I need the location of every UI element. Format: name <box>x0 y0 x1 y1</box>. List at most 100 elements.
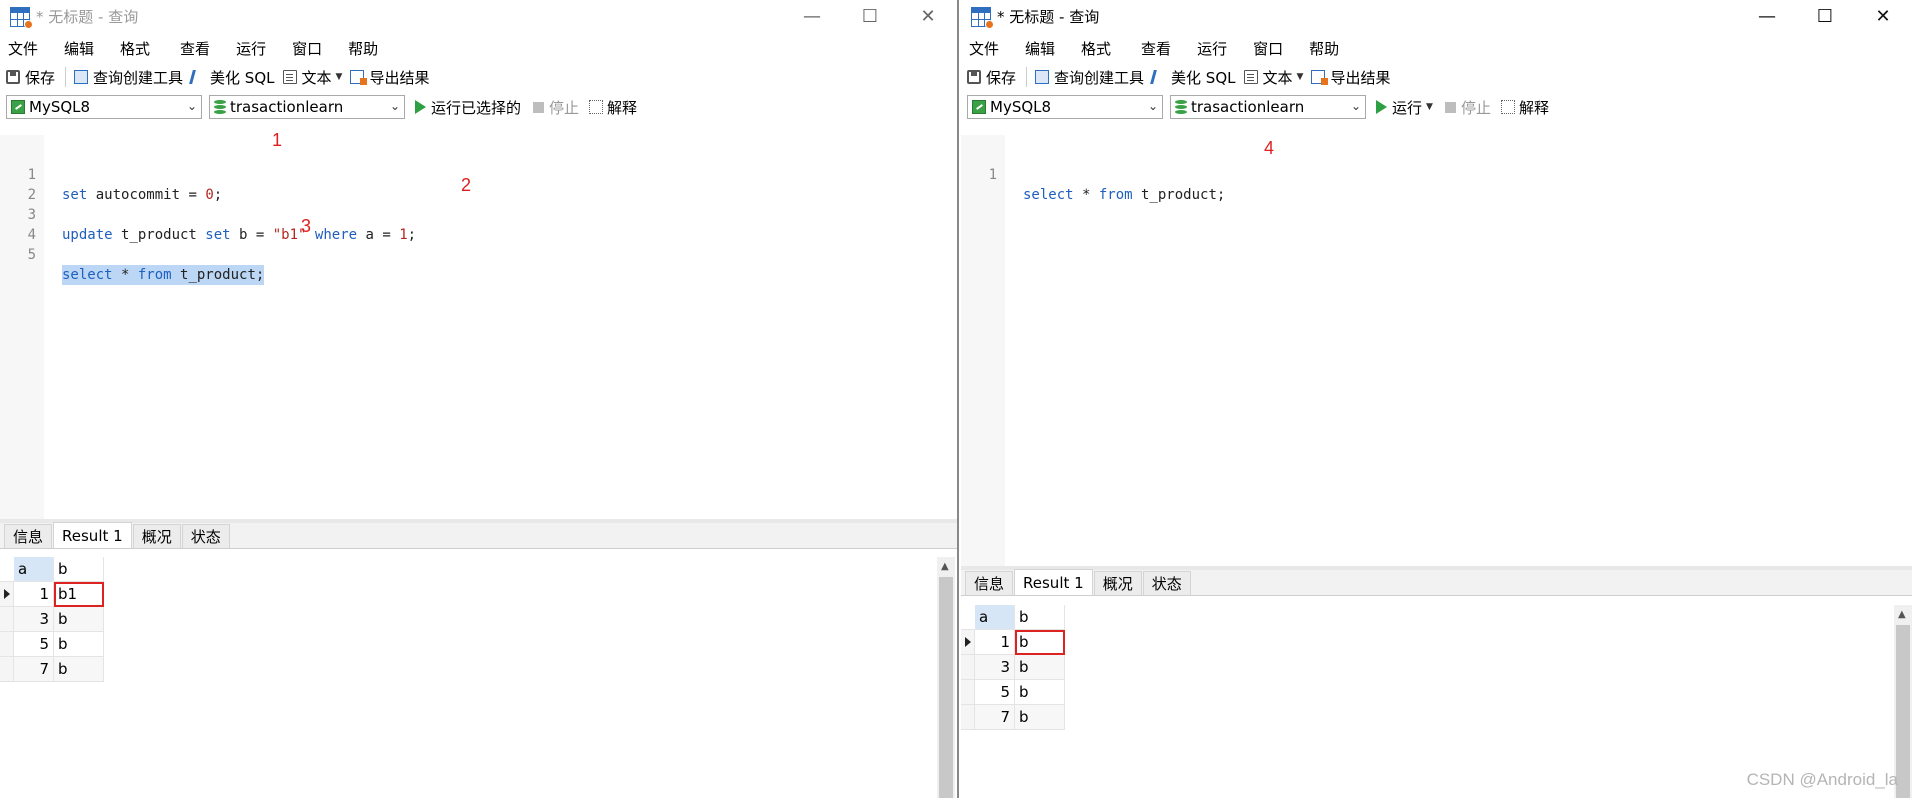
code-line-1: 1 select * from t_product; <box>961 145 1912 203</box>
export-results-button[interactable]: 导出结果 <box>1311 67 1390 88</box>
save-button[interactable]: 保存 <box>967 67 1016 88</box>
code-text: select * from t_product; <box>1023 187 1226 203</box>
menu-format[interactable]: 格式 <box>120 38 150 59</box>
cell-a[interactable]: 7 <box>14 657 54 682</box>
sql-editor[interactable]: 1 select * from t_product; 4 <box>961 135 1912 566</box>
cell-a[interactable]: 3 <box>975 655 1015 680</box>
beautify-sql-button[interactable]: 美化 SQL <box>189 67 275 88</box>
database-select[interactable]: trasactionlearn ⌄ <box>209 95 405 119</box>
tab-result-1[interactable]: Result 1 <box>1014 569 1093 595</box>
result-scrollbar[interactable]: ▲ <box>937 557 955 798</box>
tab-profile[interactable]: 概况 <box>1093 571 1142 595</box>
cell-b[interactable]: b <box>54 632 104 657</box>
stop-button[interactable]: 停止 <box>1444 97 1491 118</box>
column-header-b[interactable]: b <box>1015 605 1065 630</box>
menu-run[interactable]: 运行 <box>236 38 266 59</box>
menu-help[interactable]: 帮助 <box>1309 38 1339 59</box>
cell-a[interactable]: 1 <box>975 630 1015 655</box>
table-row[interactable]: 5 b <box>961 680 1065 705</box>
tab-status[interactable]: 状态 <box>1142 571 1191 595</box>
table-row[interactable]: 1 b1 <box>0 582 104 607</box>
close-button[interactable]: ✕ <box>1854 0 1912 33</box>
query-builder-button[interactable]: 查询创建工具 <box>74 67 183 88</box>
menu-edit[interactable]: 编辑 <box>64 38 94 59</box>
query-builder-button[interactable]: 查询创建工具 <box>1035 67 1144 88</box>
table-row[interactable]: 7 b <box>961 705 1065 730</box>
window-title: * 无标题 - 查询 <box>997 8 1100 26</box>
menu-window[interactable]: 窗口 <box>292 38 322 59</box>
result-grid: a b 1 b 3 b 5 b 7 b <box>961 605 1065 730</box>
cell-b-highlighted[interactable]: b <box>1015 630 1065 655</box>
cell-b[interactable]: b <box>54 657 104 682</box>
row-marker <box>0 582 14 607</box>
step-annotation-1: 1 <box>272 130 283 150</box>
menu-format[interactable]: 格式 <box>1081 38 1111 59</box>
explain-button[interactable]: 解释 <box>589 97 637 118</box>
cell-a[interactable]: 1 <box>14 582 54 607</box>
close-button[interactable]: ✕ <box>899 0 957 33</box>
maximize-button[interactable]: ☐ <box>1796 0 1854 33</box>
minimize-button[interactable]: — <box>1738 0 1796 33</box>
cell-a[interactable]: 5 <box>14 632 54 657</box>
beautify-sql-button[interactable]: 美化 SQL <box>1150 67 1236 88</box>
menu-help[interactable]: 帮助 <box>348 38 378 59</box>
table-row[interactable]: 7 b <box>0 657 104 682</box>
minimize-button[interactable]: — <box>783 0 841 33</box>
code-line-4: 4 <box>0 205 957 243</box>
export-results-button[interactable]: 导出结果 <box>350 67 429 88</box>
menu-view[interactable]: 查看 <box>1141 38 1171 59</box>
toolbar: 保存 查询创建工具 美化 SQL 文本 ▼ 导出结果 <box>0 63 957 91</box>
cell-a[interactable]: 5 <box>975 680 1015 705</box>
column-header-a[interactable]: a <box>975 605 1015 630</box>
column-header-b[interactable]: b <box>54 557 104 582</box>
cell-b[interactable]: b <box>1015 655 1065 680</box>
database-select[interactable]: trasactionlearn ⌄ <box>1170 95 1366 119</box>
cell-b[interactable]: b <box>54 607 104 632</box>
menu-window[interactable]: 窗口 <box>1253 38 1283 59</box>
tab-info[interactable]: 信息 <box>4 524 53 548</box>
explain-button[interactable]: 解释 <box>1500 97 1549 118</box>
cell-b[interactable]: b <box>1015 680 1065 705</box>
export-icon <box>350 70 368 85</box>
table-row[interactable]: 5 b <box>0 632 104 657</box>
sql-editor[interactable]: 1 set autocommit = 0; 2 3 update t_produ… <box>0 130 957 519</box>
tab-status[interactable]: 状态 <box>181 524 230 548</box>
play-icon <box>415 100 426 114</box>
tab-profile[interactable]: 概况 <box>132 524 181 548</box>
menu-edit[interactable]: 编辑 <box>1025 38 1055 59</box>
scroll-up-icon[interactable]: ▲ <box>1898 609 1906 620</box>
menu-file[interactable]: 文件 <box>969 38 999 59</box>
line-number: 1 <box>988 167 997 183</box>
text-button[interactable]: 文本 ▼ <box>282 67 342 88</box>
query-builder-icon <box>1035 70 1050 84</box>
cell-b[interactable]: b <box>1015 705 1065 730</box>
connection-select[interactable]: MySQL8 ⌄ <box>6 95 202 119</box>
tab-result-1[interactable]: Result 1 <box>53 522 132 548</box>
menu-run[interactable]: 运行 <box>1197 38 1227 59</box>
database-label: trasactionlearn <box>1191 98 1305 116</box>
table-row[interactable]: 3 b <box>0 607 104 632</box>
menu-file[interactable]: 文件 <box>8 38 38 59</box>
menu-view[interactable]: 查看 <box>180 38 210 59</box>
cell-b-highlighted[interactable]: b1 <box>54 582 104 607</box>
stop-button[interactable]: 停止 <box>533 97 579 118</box>
play-icon <box>1376 100 1387 114</box>
cell-a[interactable]: 3 <box>14 607 54 632</box>
save-button[interactable]: 保存 <box>6 67 55 88</box>
text-button[interactable]: 文本 ▼ <box>1243 67 1303 88</box>
table-row[interactable]: 1 b <box>961 630 1065 655</box>
connection-label: MySQL8 <box>990 98 1052 116</box>
connection-select[interactable]: MySQL8 ⌄ <box>967 95 1163 119</box>
cell-a[interactable]: 7 <box>975 705 1015 730</box>
table-row[interactable]: 3 b <box>961 655 1065 680</box>
title-bar: * 无标题 - 查询 — ☐ ✕ <box>961 0 1912 33</box>
run-button[interactable]: 运行 ▼ <box>1376 97 1433 118</box>
scroll-thumb[interactable] <box>1896 625 1910 798</box>
scroll-thumb[interactable] <box>939 577 953 798</box>
maximize-button[interactable]: ☐ <box>841 0 899 33</box>
column-header-a[interactable]: a <box>14 557 54 582</box>
tab-info[interactable]: 信息 <box>965 571 1014 595</box>
scroll-up-icon[interactable]: ▲ <box>941 561 949 572</box>
watermark: CSDN @Android_la <box>1746 770 1898 789</box>
run-selected-button[interactable]: 运行已选择的 <box>415 97 521 118</box>
